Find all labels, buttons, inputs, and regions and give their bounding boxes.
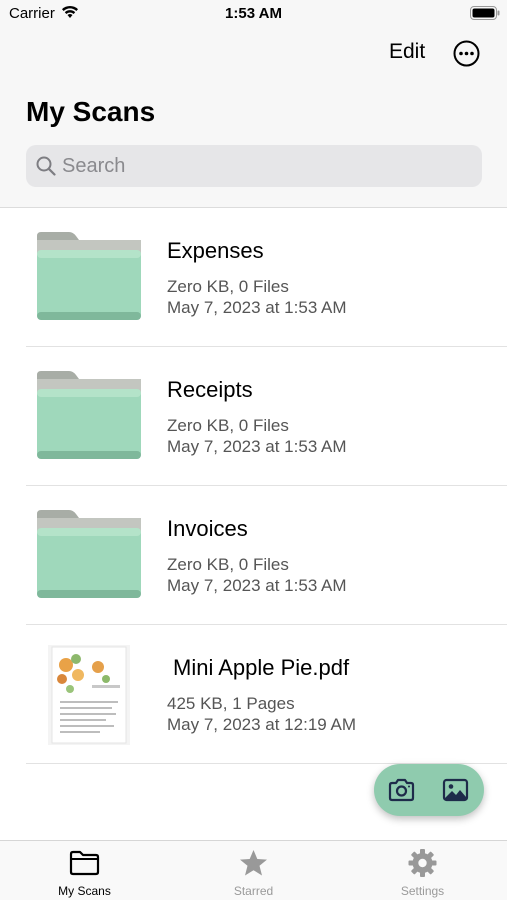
tab-starred[interactable]: Starred xyxy=(169,841,338,900)
item-size: 425 KB, 1 Pages xyxy=(167,694,295,713)
item-title: Mini Apple Pie.pdf xyxy=(173,655,350,680)
item-size: Zero KB, 0 Files xyxy=(167,555,289,574)
folder-icon xyxy=(37,371,141,459)
folder-icon xyxy=(37,510,141,598)
edit-button[interactable]: Edit xyxy=(389,40,425,64)
scan-actions-fab xyxy=(374,764,484,816)
camera-icon[interactable] xyxy=(388,777,415,803)
list-item-receipts[interactable]: Receipts Zero KB, 0 Files May 7, 2023 at… xyxy=(0,347,507,486)
tab-label: Settings xyxy=(400,884,445,898)
item-title: Expenses xyxy=(167,238,264,263)
item-title: Invoices xyxy=(167,516,248,541)
item-meta: Zero KB, 0 Files May 7, 2023 at 1:53 AM xyxy=(167,554,347,596)
scan-list: Expenses Zero KB, 0 Files May 7, 2023 at… xyxy=(0,208,507,764)
tab-label: My Scans xyxy=(58,884,111,898)
folder-icon xyxy=(69,850,100,876)
list-item-mini-apple-pie[interactable]: Mini Apple Pie.pdf 425 KB, 1 Pages May 7… xyxy=(0,625,507,764)
item-date: May 7, 2023 at 12:19 AM xyxy=(167,715,357,734)
status-time: 1:53 AM xyxy=(225,5,282,22)
item-meta: Zero KB, 0 Files May 7, 2023 at 1:53 AM xyxy=(167,276,347,318)
item-date: May 7, 2023 at 1:53 AM xyxy=(167,298,347,317)
list-item-invoices[interactable]: Invoices Zero KB, 0 Files May 7, 2023 at… xyxy=(0,486,507,625)
status-bar: Carrier 1:53 AM xyxy=(0,0,507,30)
search-input[interactable] xyxy=(62,145,462,187)
page-title: My Scans xyxy=(26,96,156,127)
search-icon xyxy=(36,156,56,176)
my-scans-screen: Carrier 1:53 AM Edit My Scans Search Exp… xyxy=(0,0,507,900)
item-date: May 7, 2023 at 1:53 AM xyxy=(167,576,347,595)
tab-my-scans[interactable]: My Scans xyxy=(0,841,169,900)
ellipsis-circle-icon[interactable] xyxy=(453,40,480,67)
item-meta: Zero KB, 0 Files May 7, 2023 at 1:53 AM xyxy=(167,415,347,457)
pdf-thumbnail xyxy=(48,645,130,745)
folder-icon xyxy=(37,232,141,320)
list-item-expenses[interactable]: Expenses Zero KB, 0 Files May 7, 2023 at… xyxy=(0,208,507,347)
item-size: Zero KB, 0 Files xyxy=(167,416,289,435)
item-title: Receipts xyxy=(167,377,253,402)
item-size: Zero KB, 0 Files xyxy=(167,277,289,296)
item-meta: 425 KB, 1 Pages May 7, 2023 at 12:19 AM xyxy=(167,693,356,735)
tab-label: Starred xyxy=(233,884,274,898)
battery-icon xyxy=(470,6,500,20)
star-icon xyxy=(240,850,267,876)
tab-settings[interactable]: Settings xyxy=(338,841,507,900)
search-bar[interactable] xyxy=(26,145,482,187)
tab-bar: My Scans Starred Settings xyxy=(0,840,507,900)
photo-library-icon[interactable] xyxy=(442,777,469,803)
gear-icon xyxy=(408,849,437,877)
header: Carrier 1:53 AM Edit My Scans xyxy=(0,0,507,208)
item-date: May 7, 2023 at 1:53 AM xyxy=(167,437,347,456)
